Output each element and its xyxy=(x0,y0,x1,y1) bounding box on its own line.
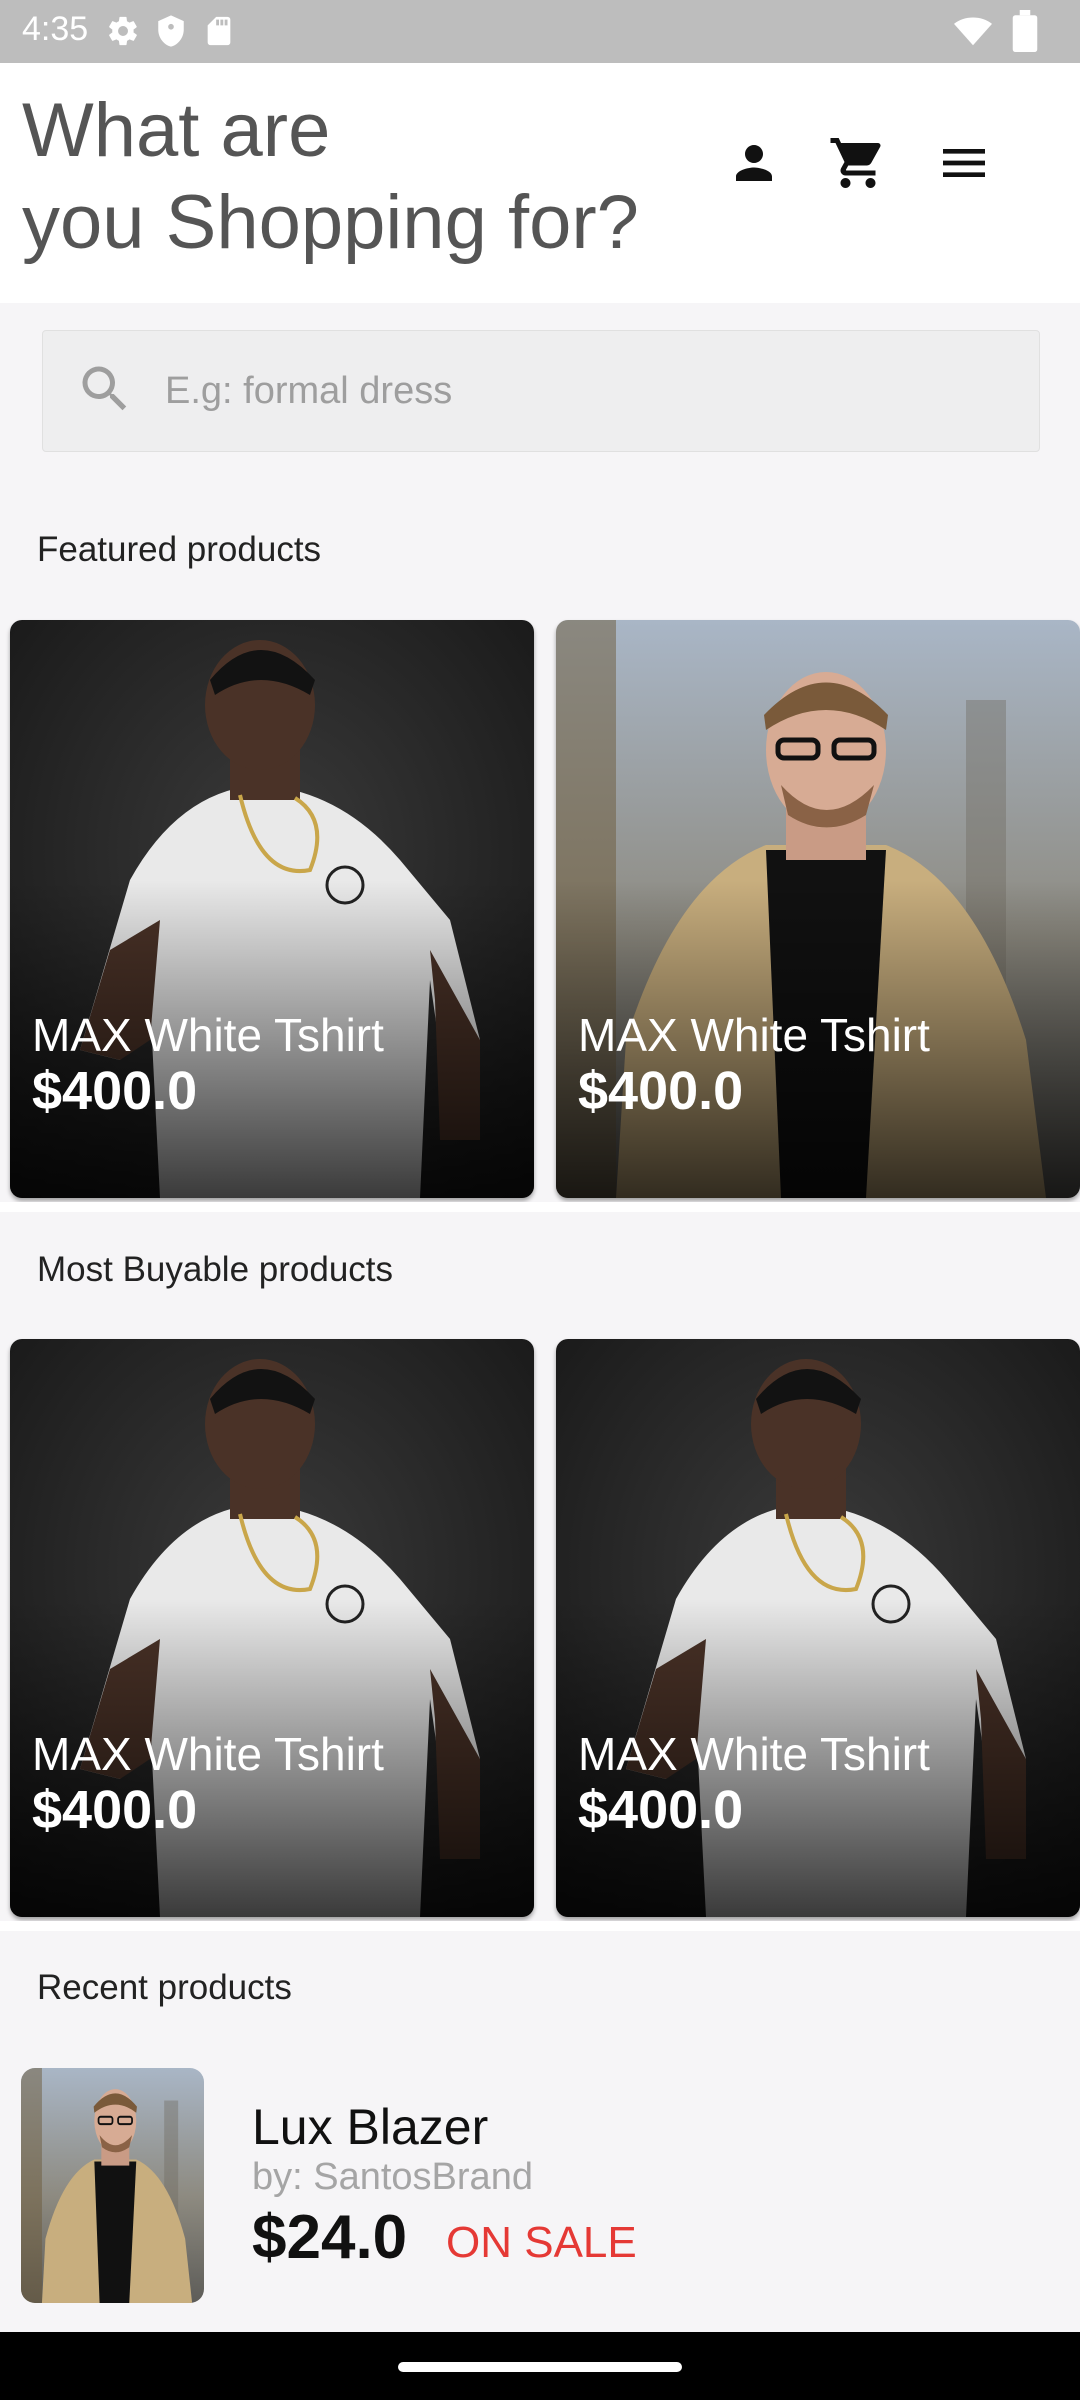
recent-product-brand: by: SantosBrand xyxy=(252,2156,533,2198)
product-price: $400.0 xyxy=(578,1061,744,1121)
sd-card-icon xyxy=(207,16,231,46)
section-divider xyxy=(0,1202,1080,1212)
search-icon xyxy=(82,366,127,411)
most-buyable-product-card[interactable]: MAX White Tshirt $400.0 xyxy=(556,1339,1080,1917)
recent-product-name: Lux Blazer xyxy=(252,2099,489,2155)
cart-icon xyxy=(830,138,881,188)
hamburger-menu-icon xyxy=(943,149,985,177)
product-price: $400.0 xyxy=(32,1061,198,1121)
search-bar[interactable] xyxy=(42,330,1040,452)
recent-product-item[interactable]: Lux Blazer by: SantosBrand $24.0 ON SALE xyxy=(0,2052,1080,2332)
featured-section-title: Featured products xyxy=(37,530,322,569)
recent-product-price: $24.0 xyxy=(252,2203,408,2272)
wifi-icon xyxy=(954,17,992,46)
home-gesture-handle[interactable] xyxy=(398,2362,682,2372)
recent-product-image xyxy=(21,2068,204,2303)
most-buyable-product-card[interactable]: MAX White Tshirt $400.0 xyxy=(10,1339,534,1917)
product-price: $400.0 xyxy=(32,1780,198,1840)
status-icons xyxy=(106,14,236,48)
status-bar: 4:35 xyxy=(0,0,1080,63)
product-price: $400.0 xyxy=(578,1780,744,1840)
system-navigation-bar xyxy=(0,2332,1080,2400)
battery-icon xyxy=(1012,10,1038,52)
shield-icon xyxy=(158,15,184,47)
settings-icon xyxy=(109,16,137,46)
product-name: MAX White Tshirt xyxy=(32,1009,384,1061)
section-divider xyxy=(0,1921,1080,1931)
product-name: MAX White Tshirt xyxy=(578,1009,930,1061)
product-name: MAX White Tshirt xyxy=(578,1728,930,1780)
menu-button[interactable] xyxy=(924,123,1004,203)
status-time: 4:35 xyxy=(22,10,89,48)
page-title: What are you Shopping for? xyxy=(22,88,639,265)
featured-product-card[interactable]: MAX White Tshirt $400.0 xyxy=(10,620,534,1198)
cart-button[interactable] xyxy=(818,123,898,203)
profile-button[interactable] xyxy=(714,123,794,203)
sale-badge: ON SALE xyxy=(446,2218,637,2267)
app-header: What are you Shopping for? xyxy=(0,63,1080,303)
most-buyable-section-title: Most Buyable products xyxy=(37,1250,394,1289)
search-input[interactable] xyxy=(163,331,1017,451)
person-icon xyxy=(736,145,772,181)
featured-product-card[interactable]: MAX White Tshirt $400.0 xyxy=(556,620,1080,1198)
product-name: MAX White Tshirt xyxy=(32,1728,384,1780)
recent-section-title: Recent products xyxy=(37,1968,292,2007)
